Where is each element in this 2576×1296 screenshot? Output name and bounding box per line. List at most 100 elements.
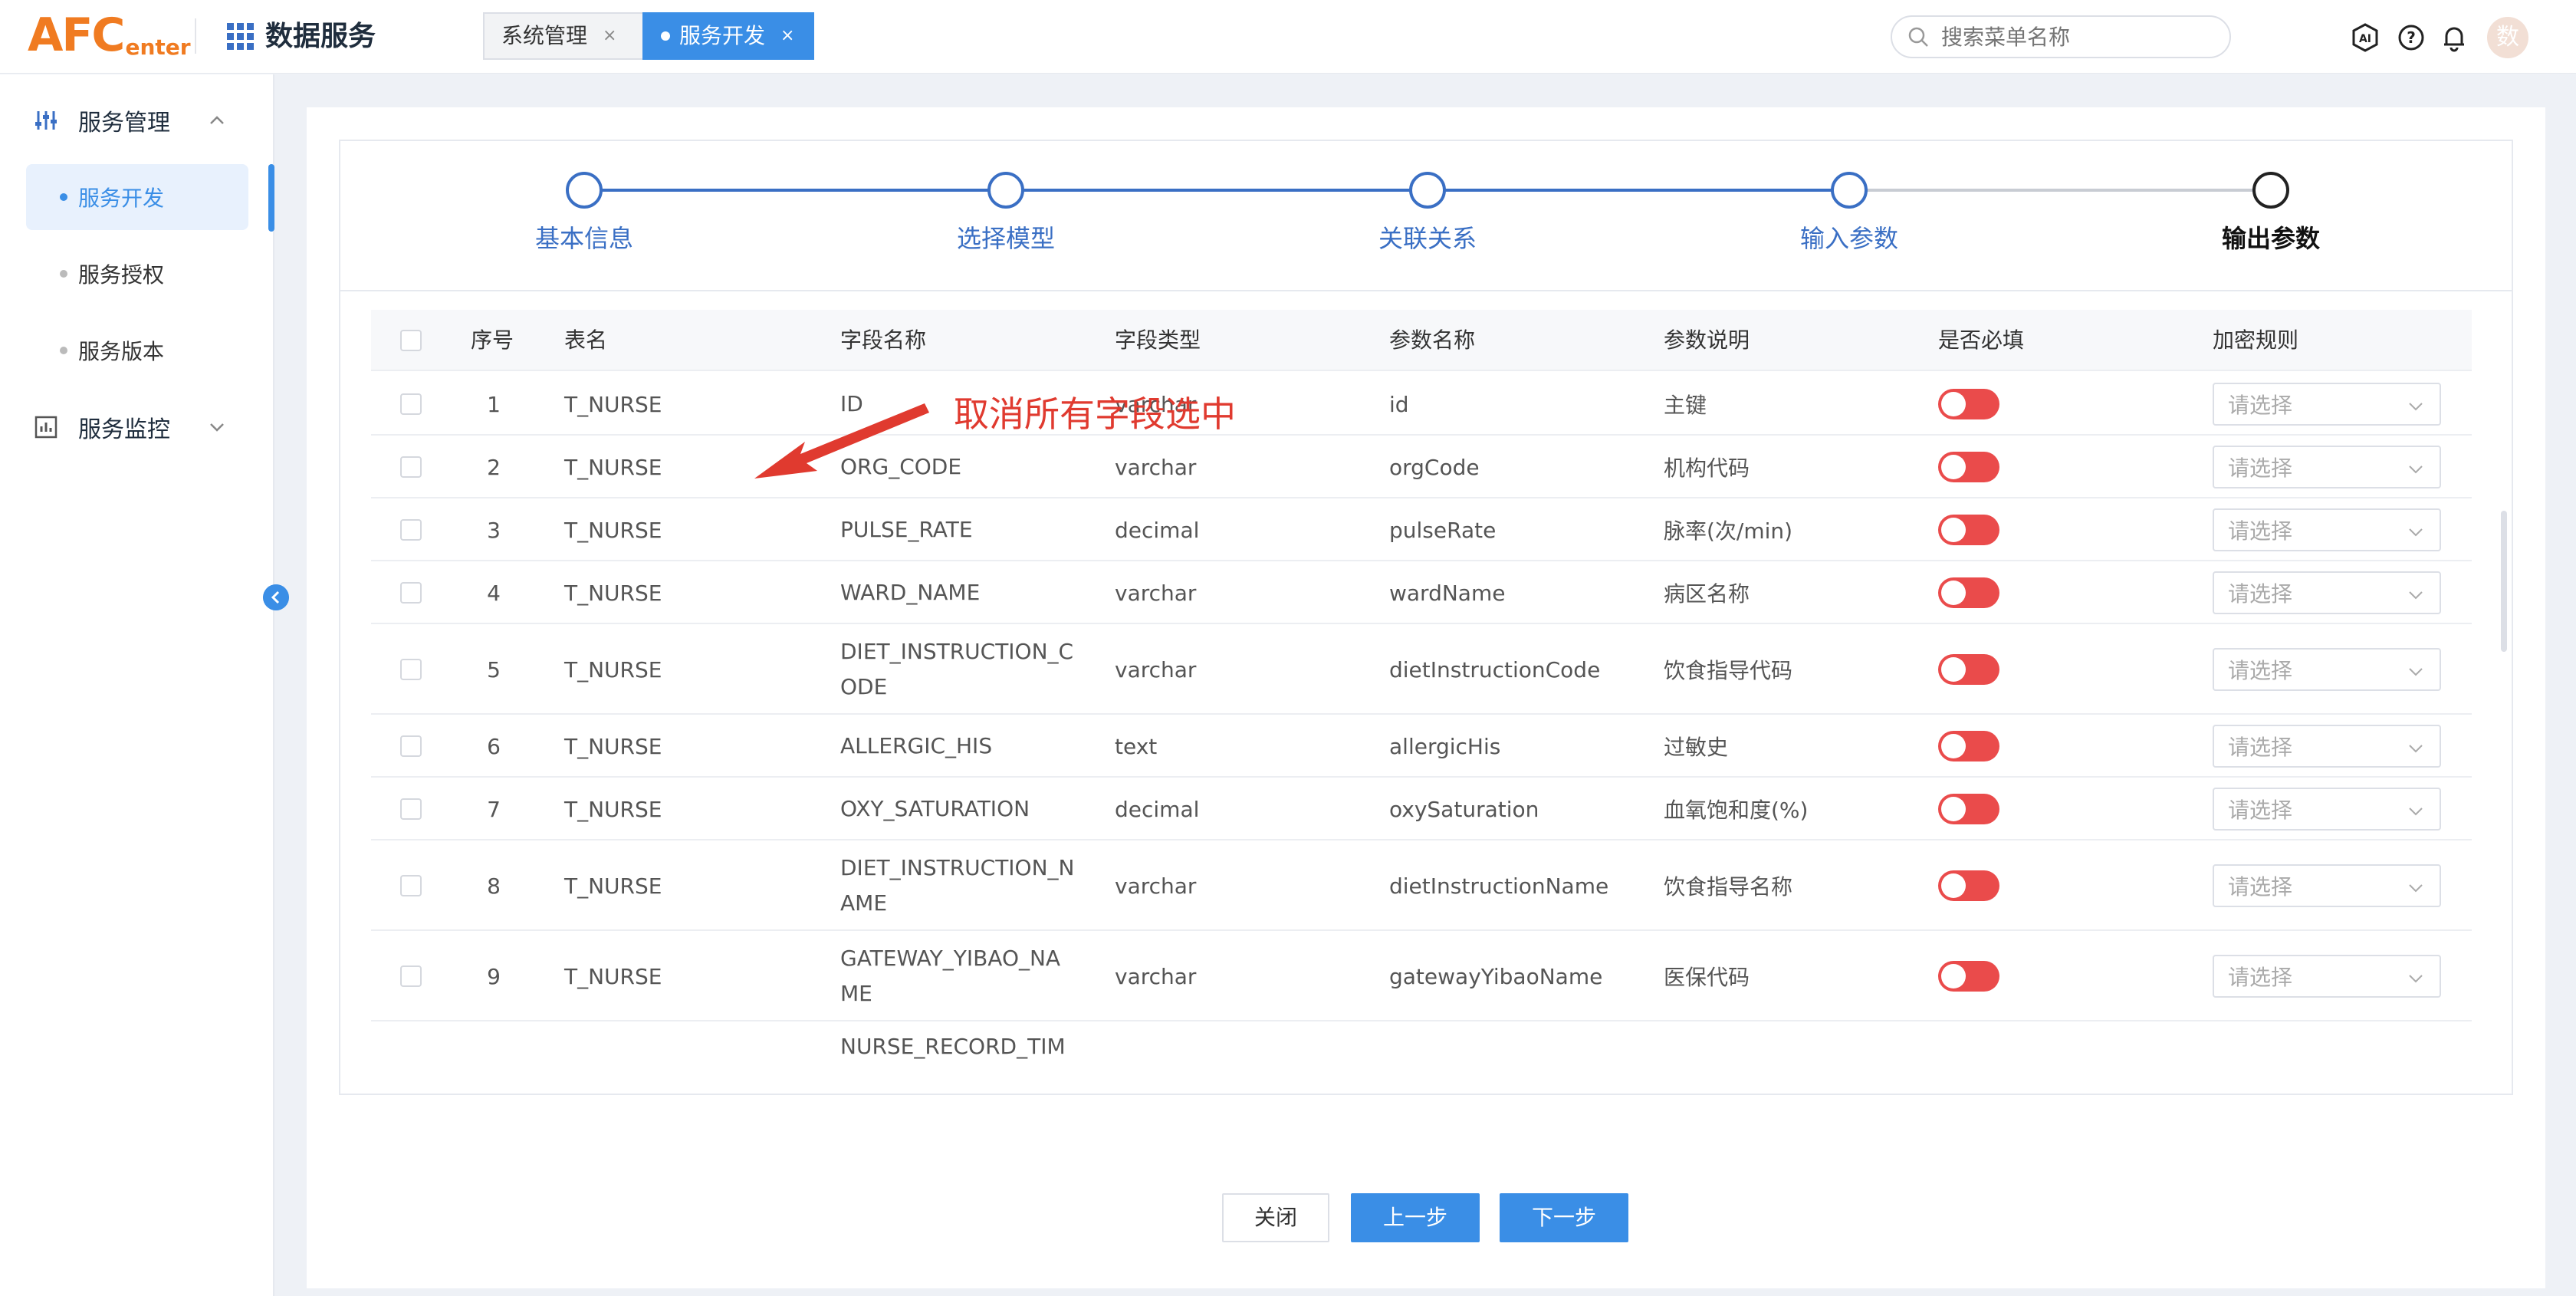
select-box[interactable]: 请选择	[2213, 955, 2441, 998]
row-checkbox[interactable]	[400, 875, 422, 896]
select-box[interactable]: 请选择	[2213, 383, 2441, 426]
toggle-switch[interactable]	[1938, 389, 1999, 419]
ai-icon[interactable]: AI	[2351, 23, 2380, 52]
sidebar-item-service-version[interactable]: 服务版本	[26, 317, 248, 383]
encryption-select[interactable]: 请选择	[2213, 955, 2441, 998]
table-row: 9 T_NURSE GATEWAY_YIBAO_NAME varchar gateway…	[371, 931, 2472, 1021]
checkbox-box[interactable]	[400, 582, 422, 604]
required-toggle[interactable]	[1938, 731, 1999, 761]
table-row: 5 T_NURSE DIET_INSTRUCTION_CODE varchar diet…	[371, 624, 2472, 715]
row-checkbox[interactable]	[400, 393, 422, 415]
row-checkbox[interactable]	[400, 798, 422, 820]
encryption-select[interactable]: 请选择	[2213, 446, 2441, 488]
required-toggle[interactable]	[1938, 961, 1999, 992]
encryption-select[interactable]: 请选择	[2213, 864, 2441, 907]
sidebar-group-service-monitoring[interactable]: 服务监控	[34, 404, 224, 450]
checkbox-box[interactable]	[400, 330, 422, 351]
chevron-down-icon	[2409, 403, 2423, 411]
col-header-table: 表名	[564, 327, 608, 353]
apps-grid-icon[interactable]	[227, 23, 255, 51]
checkbox-box[interactable]	[400, 393, 422, 415]
cell-param-name: dietInstructionName	[1389, 873, 1609, 899]
toggle-switch[interactable]	[1938, 515, 1999, 545]
bell-icon[interactable]	[2440, 23, 2469, 52]
encryption-select[interactable]: 请选择	[2213, 788, 2441, 831]
toggle-switch[interactable]	[1938, 961, 1999, 992]
toggle-switch[interactable]	[1938, 654, 1999, 685]
select-box[interactable]: 请选择	[2213, 725, 2441, 768]
select-placeholder: 请选择	[2228, 518, 2293, 544]
select-box[interactable]: 请选择	[2213, 648, 2441, 691]
prev-step-button[interactable]: 上一步	[1351, 1193, 1480, 1242]
close-icon[interactable]: ×	[603, 14, 616, 58]
checkbox-box[interactable]	[400, 659, 422, 680]
encryption-select[interactable]: 请选择	[2213, 383, 2441, 426]
row-checkbox[interactable]	[400, 735, 422, 757]
encryption-select[interactable]: 请选择	[2213, 648, 2441, 691]
menu-search-box[interactable]	[1891, 15, 2231, 58]
encryption-select[interactable]: 请选择	[2213, 508, 2441, 551]
afc-logo[interactable]: AFC enter	[28, 8, 191, 63]
required-toggle[interactable]	[1938, 794, 1999, 824]
sidebar-item-service-authorization[interactable]: 服务授权	[26, 241, 248, 307]
bullet-dot	[60, 270, 67, 278]
select-box[interactable]: 请选择	[2213, 508, 2441, 551]
cell-param-name: gatewayYibaoName	[1389, 963, 1603, 989]
tab-service-development[interactable]: 服务开发 ×	[642, 12, 814, 60]
sidebar-item-service-development[interactable]: 服务开发	[26, 164, 248, 230]
encryption-select[interactable]: 请选择	[2213, 571, 2441, 614]
required-toggle[interactable]	[1938, 870, 1999, 901]
table-scrollbar[interactable]	[2501, 511, 2507, 652]
annotation-arrow-icon	[754, 403, 929, 479]
col-header-param: 参数名称	[1389, 327, 1476, 353]
table-row: 4 T_NURSE WARD_NAME varchar wardName 病区名称 请选择	[371, 561, 2472, 624]
sidebar-group-service-management[interactable]: 服务管理	[34, 97, 224, 143]
required-toggle[interactable]	[1938, 654, 1999, 685]
select-box[interactable]: 请选择	[2213, 864, 2441, 907]
toggle-switch[interactable]	[1938, 870, 1999, 901]
search-input[interactable]	[1941, 24, 2217, 50]
checkbox-box[interactable]	[400, 735, 422, 757]
required-toggle[interactable]	[1938, 389, 1999, 419]
toggle-switch[interactable]	[1938, 731, 1999, 761]
cell-field-type: varchar	[1115, 454, 1197, 480]
row-checkbox[interactable]	[400, 519, 422, 541]
next-step-button[interactable]: 下一步	[1500, 1193, 1628, 1242]
select-box[interactable]: 请选择	[2213, 788, 2441, 831]
checkbox-box[interactable]	[400, 798, 422, 820]
required-toggle[interactable]	[1938, 452, 1999, 482]
checkbox-box[interactable]	[400, 519, 422, 541]
toggle-switch[interactable]	[1938, 577, 1999, 608]
toggle-switch[interactable]	[1938, 452, 1999, 482]
help-icon[interactable]: ?	[2397, 23, 2426, 52]
encryption-select[interactable]: 请选择	[2213, 725, 2441, 768]
checkbox-box[interactable]	[400, 965, 422, 987]
cell-field-type: varchar	[1115, 963, 1197, 989]
chevron-up-icon	[210, 116, 224, 124]
row-checkbox[interactable]	[400, 659, 422, 680]
select-box[interactable]: 请选择	[2213, 446, 2441, 488]
collapse-sidebar-button[interactable]	[263, 584, 289, 610]
row-checkbox[interactable]	[400, 456, 422, 478]
close-icon[interactable]: ×	[780, 14, 794, 58]
cell-table-name: T_NURSE	[564, 580, 662, 606]
row-checkbox[interactable]	[400, 582, 422, 604]
required-toggle[interactable]	[1938, 515, 1999, 545]
user-avatar[interactable]: 数	[2487, 17, 2528, 58]
select-box[interactable]: 请选择	[2213, 571, 2441, 614]
active-dot-icon	[661, 31, 670, 41]
checkbox-box[interactable]	[400, 875, 422, 896]
toggle-switch[interactable]	[1938, 794, 1999, 824]
step-circle-5	[2252, 172, 2289, 209]
table-row: NURSE_RECORD_TIM	[371, 1021, 2472, 1077]
close-button[interactable]: 关闭	[1222, 1193, 1329, 1242]
col-header-field: 字段名称	[840, 327, 927, 353]
required-toggle[interactable]	[1938, 577, 1999, 608]
checkbox-box[interactable]	[400, 456, 422, 478]
step-circle-3	[1409, 172, 1446, 209]
sidebar-group-label: 服务监控	[78, 416, 170, 443]
row-checkbox[interactable]	[400, 965, 422, 987]
cell-param-desc: 主键	[1664, 393, 1707, 418]
tab-system-management[interactable]: 系统管理 ×	[483, 12, 659, 60]
select-all-checkbox[interactable]	[400, 330, 422, 351]
